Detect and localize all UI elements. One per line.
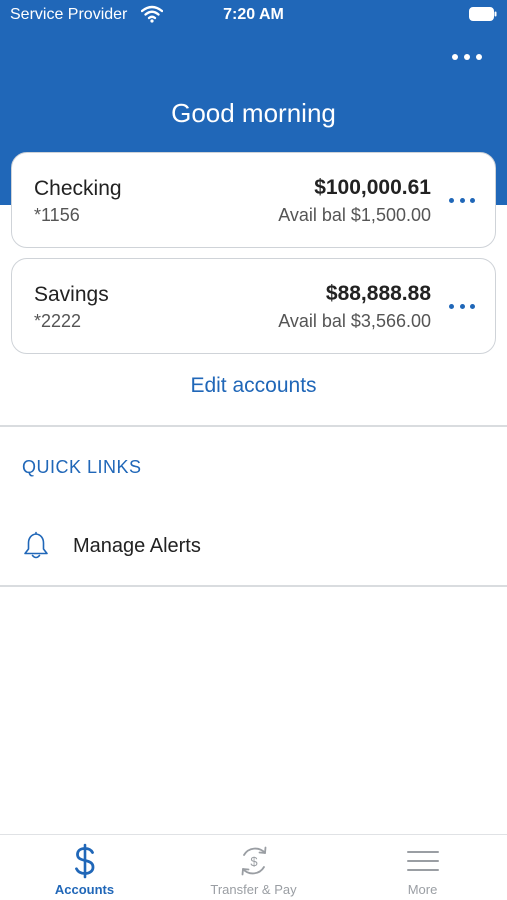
divider — [0, 425, 507, 427]
tab-bar: Accounts $ Transfer & Pay More — [0, 834, 507, 900]
status-time: 7:20 AM — [223, 6, 284, 23]
account-balance: $88,888.88 — [325, 282, 431, 305]
bell-icon — [24, 531, 48, 559]
dot — [470, 197, 475, 203]
dot — [476, 54, 482, 60]
tab-label: Accounts — [54, 882, 115, 897]
account-balance: $100,000.61 — [314, 176, 431, 199]
quick-link-manage-alerts[interactable]: Manage Alerts — [0, 522, 507, 572]
tab-accounts[interactable]: Accounts — [0, 835, 169, 900]
account-number: *2222 — [34, 311, 82, 331]
edit-accounts-link[interactable]: Edit accounts — [0, 374, 507, 398]
account-number: *1156 — [34, 205, 80, 225]
transfer-icon: $ — [241, 846, 266, 876]
dot — [464, 54, 470, 60]
tab-transfer-pay[interactable]: $ Transfer & Pay — [169, 835, 338, 900]
dot — [470, 303, 475, 309]
tab-label: More — [407, 882, 438, 897]
battery-icon — [469, 7, 497, 21]
tab-more[interactable]: More — [338, 835, 507, 900]
account-name: Savings — [34, 283, 109, 306]
available-balance: Avail bal $1,500.00 — [278, 205, 431, 225]
manage-alerts-label: Manage Alerts — [73, 535, 201, 557]
account-options-button[interactable] — [449, 301, 475, 311]
dot — [452, 54, 458, 60]
more-options-button[interactable] — [452, 45, 482, 69]
account-card-checking[interactable]: Checking *1156 $100,000.61 Avail bal $1,… — [11, 152, 496, 248]
dot — [459, 197, 465, 203]
account-options-button[interactable] — [449, 195, 475, 205]
divider — [0, 585, 507, 587]
dot — [449, 197, 454, 203]
dot — [459, 303, 465, 309]
menu-icon — [406, 851, 439, 871]
svg-text:$: $ — [250, 854, 258, 869]
available-balance: Avail bal $3,566.00 — [278, 311, 431, 331]
quick-links-heading: QUICK LINKS — [22, 457, 142, 477]
dollar-icon — [74, 843, 94, 879]
status-bar: Service Provider 7:20 AM — [0, 0, 507, 30]
account-name: Checking — [34, 177, 122, 200]
dot — [449, 303, 454, 309]
account-card-savings[interactable]: Savings *2222 $88,888.88 Avail bal $3,56… — [11, 258, 496, 354]
greeting-title: Good morning — [171, 98, 336, 128]
tab-label: Transfer & Pay — [210, 882, 297, 897]
